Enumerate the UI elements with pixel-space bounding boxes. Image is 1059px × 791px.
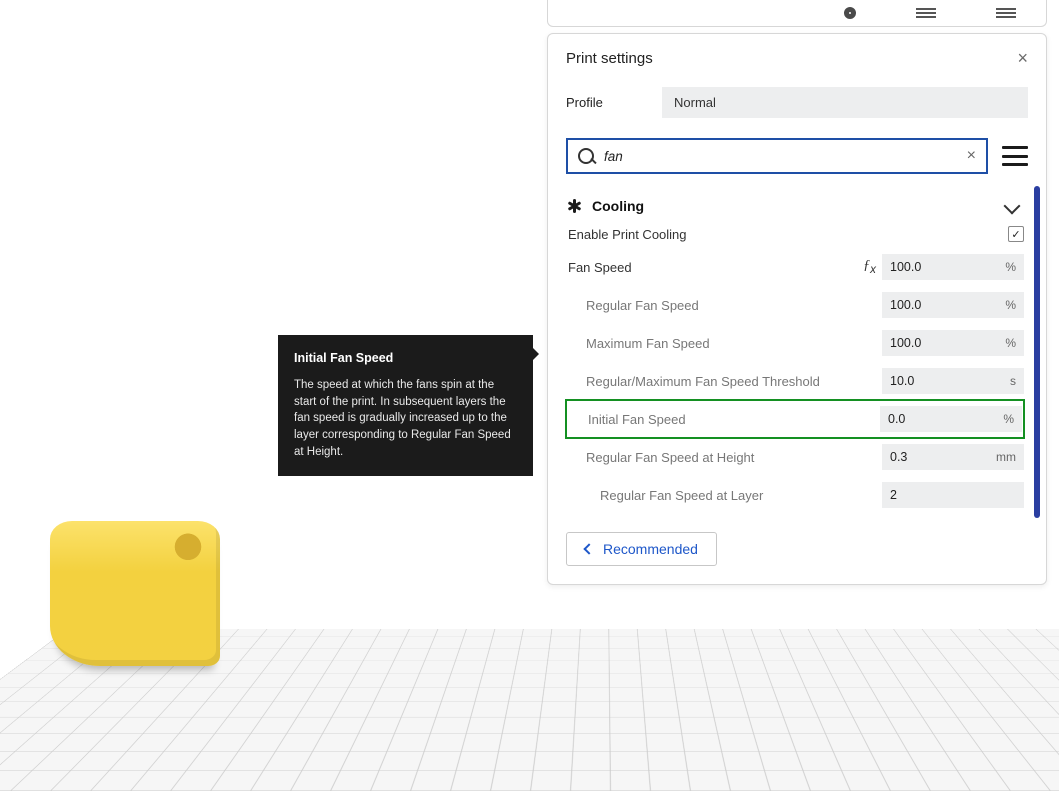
close-icon[interactable]: × xyxy=(1017,48,1028,69)
setting-label: Fan Speed xyxy=(568,260,863,275)
initial-fan-speed-input[interactable]: 0.0 % xyxy=(880,406,1022,432)
unit: s xyxy=(1010,374,1016,388)
setting-label: Regular Fan Speed at Height xyxy=(568,450,882,465)
setting-fan-speed: Fan Speed ƒx 100.0 % xyxy=(566,248,1024,286)
setting-label: Regular Fan Speed xyxy=(568,298,882,313)
panel-title: Print settings xyxy=(566,50,653,67)
unit: % xyxy=(1005,298,1016,312)
tooltip-title: Initial Fan Speed xyxy=(294,349,517,367)
setting-label: Regular Fan Speed at Layer xyxy=(568,488,882,503)
setting-maximum-fan-speed: Maximum Fan Speed 100.0 % xyxy=(566,324,1024,362)
unit: mm xyxy=(996,450,1016,464)
tooltip-body: The speed at which the fans spin at the … xyxy=(294,377,517,460)
section-title: Cooling xyxy=(592,198,996,214)
value: 100.0 xyxy=(890,336,1005,350)
enable-cooling-checkbox[interactable] xyxy=(1008,226,1024,242)
toolbar-icon[interactable] xyxy=(844,7,856,19)
setting-regular-fan-speed: Regular Fan Speed 100.0 % xyxy=(566,286,1024,324)
toolbar-stub xyxy=(547,0,1047,27)
setting-label: Regular/Maximum Fan Speed Threshold xyxy=(568,374,882,389)
value: 10.0 xyxy=(890,374,1010,388)
profile-dropdown[interactable]: Normal xyxy=(662,87,1028,118)
search-icon xyxy=(578,148,594,164)
fan-speed-threshold-input[interactable]: 10.0 s xyxy=(882,368,1024,394)
search-row: × xyxy=(548,128,1046,186)
value: 0.0 xyxy=(888,412,1003,426)
unit: % xyxy=(1005,260,1016,274)
value: 100.0 xyxy=(890,260,1005,274)
function-icon[interactable]: ƒx xyxy=(863,258,876,276)
settings-scroll: Cooling Enable Print Cooling Fan Speed ƒ… xyxy=(548,186,1046,518)
setting-label: Initial Fan Speed xyxy=(570,412,880,427)
setting-fan-speed-threshold: Regular/Maximum Fan Speed Threshold 10.0… xyxy=(566,362,1024,400)
panel-header: Print settings × xyxy=(548,34,1046,81)
profile-row: Profile Normal xyxy=(548,81,1046,128)
setting-enable-print-cooling: Enable Print Cooling xyxy=(566,220,1024,248)
value: 2 xyxy=(890,488,1016,502)
setting-label: Maximum Fan Speed xyxy=(568,336,882,351)
value: 100.0 xyxy=(890,298,1005,312)
chevron-left-icon xyxy=(583,543,594,554)
value: 0.3 xyxy=(890,450,996,464)
search-input-wrap: × xyxy=(566,138,988,174)
profile-label: Profile xyxy=(566,95,662,110)
fan-icon xyxy=(566,198,582,214)
setting-regular-fan-speed-layer: Regular Fan Speed at Layer 2 xyxy=(566,476,1024,514)
setting-label: Enable Print Cooling xyxy=(568,227,1008,242)
model-object[interactable] xyxy=(50,521,220,666)
unit: % xyxy=(1003,412,1014,426)
unit: % xyxy=(1005,336,1016,350)
print-settings-panel: Print settings × Profile Normal × Coolin… xyxy=(547,33,1047,585)
regular-fan-speed-input[interactable]: 100.0 % xyxy=(882,292,1024,318)
scrollbar[interactable] xyxy=(1034,186,1040,518)
search-input[interactable] xyxy=(604,149,965,164)
fan-speed-input[interactable]: 100.0 % xyxy=(882,254,1024,280)
tooltip: Initial Fan Speed The speed at which the… xyxy=(278,335,533,476)
clear-search-icon[interactable]: × xyxy=(965,147,978,165)
menu-icon[interactable] xyxy=(1002,146,1028,166)
fan-speed-layer-input[interactable]: 2 xyxy=(882,482,1024,508)
toolbar-icon[interactable] xyxy=(916,8,936,18)
recommended-row: Recommended xyxy=(548,518,1046,566)
recommended-label: Recommended xyxy=(603,541,698,557)
setting-initial-fan-speed: Initial Fan Speed 0.0 % xyxy=(566,400,1024,438)
fan-speed-height-input[interactable]: 0.3 mm xyxy=(882,444,1024,470)
chevron-down-icon xyxy=(1004,198,1021,215)
recommended-button[interactable]: Recommended xyxy=(566,532,717,566)
toolbar-icon[interactable] xyxy=(996,8,1016,18)
setting-regular-fan-speed-height: Regular Fan Speed at Height 0.3 mm xyxy=(566,438,1024,476)
section-cooling[interactable]: Cooling xyxy=(566,190,1024,220)
maximum-fan-speed-input[interactable]: 100.0 % xyxy=(882,330,1024,356)
